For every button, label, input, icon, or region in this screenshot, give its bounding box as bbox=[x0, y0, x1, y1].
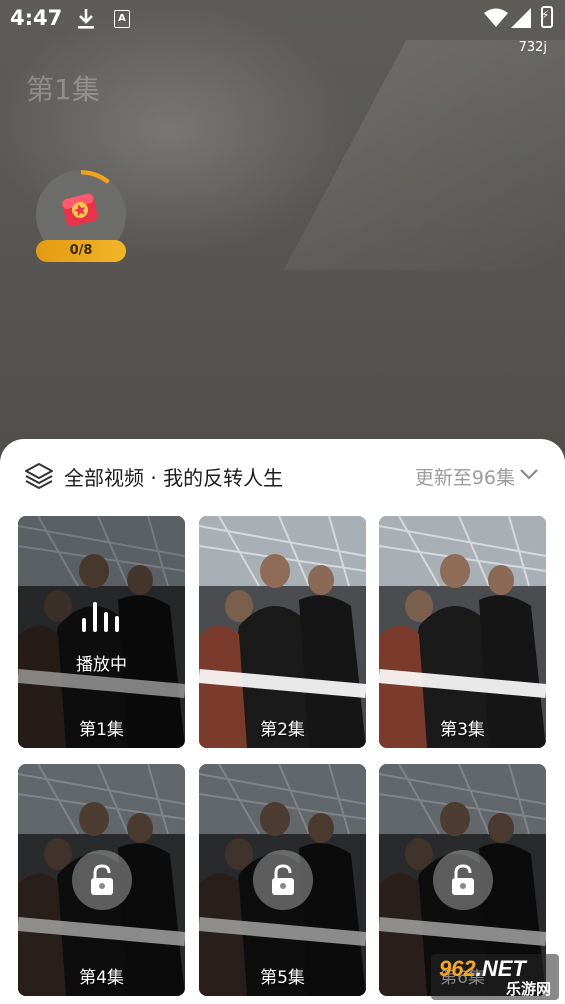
episode-card-3[interactable]: 第3集 bbox=[379, 516, 546, 748]
status-bar: 4:47 A 732j bbox=[0, 0, 565, 55]
sheet-title: 全部视频 · 我的反转人生 bbox=[64, 466, 284, 490]
episode-label: 第4集 bbox=[79, 968, 124, 988]
episode-card-2[interactable]: 第2集 bbox=[199, 516, 366, 748]
a-notification-icon: A bbox=[114, 10, 130, 28]
episode-label: 第5集 bbox=[260, 968, 305, 988]
video-background-shape bbox=[283, 40, 565, 270]
signal-icon bbox=[511, 8, 531, 28]
episode-card-5[interactable]: 第5集 bbox=[199, 764, 366, 996]
lock-badge bbox=[253, 850, 313, 910]
episode-label: 第1集 bbox=[79, 720, 124, 740]
update-status[interactable]: 更新至96集 bbox=[415, 463, 515, 490]
episode-thumbnail bbox=[379, 516, 546, 748]
playing-status: 播放中 bbox=[76, 655, 127, 675]
chevron-down-icon[interactable] bbox=[519, 467, 539, 481]
episode-label: 第3集 bbox=[440, 720, 485, 740]
red-envelope-gift-icon bbox=[62, 193, 98, 227]
wifi-icon bbox=[484, 8, 508, 27]
episode-thumbnail bbox=[18, 516, 185, 748]
status-time: 4:47 bbox=[10, 6, 63, 30]
episode-thumbnail bbox=[199, 516, 366, 748]
playing-equalizer-icon bbox=[82, 602, 119, 632]
episode-label: 第2集 bbox=[260, 720, 305, 740]
lock-badge bbox=[72, 850, 132, 910]
episode-card-4[interactable]: 第4集 bbox=[18, 764, 185, 996]
lock-badge bbox=[433, 850, 493, 910]
network-speed: 732j bbox=[518, 40, 547, 55]
watermark-number: 962 bbox=[439, 956, 476, 981]
reward-progress-text: 0/8 bbox=[36, 240, 126, 262]
watermark-sub: 乐游网 bbox=[505, 981, 551, 998]
sheet-header: 全部视频 · 我的反转人生 更新至96集 bbox=[0, 439, 565, 513]
lock-icon bbox=[91, 864, 113, 895]
episode-sheet: 全部视频 · 我的反转人生 更新至96集 播放中 第1集 第2集 第3集 第4集… bbox=[0, 439, 565, 1004]
download-icon bbox=[78, 9, 94, 29]
lock-icon bbox=[272, 864, 294, 895]
episode-title: 第1集 bbox=[26, 73, 100, 106]
episode-card-1[interactable]: 播放中 第1集 bbox=[18, 516, 185, 748]
battery-charging-icon bbox=[541, 6, 553, 28]
lock-icon bbox=[452, 864, 474, 895]
site-watermark: 962.NET 乐游网 bbox=[431, 954, 559, 1000]
layers-icon bbox=[25, 463, 53, 489]
